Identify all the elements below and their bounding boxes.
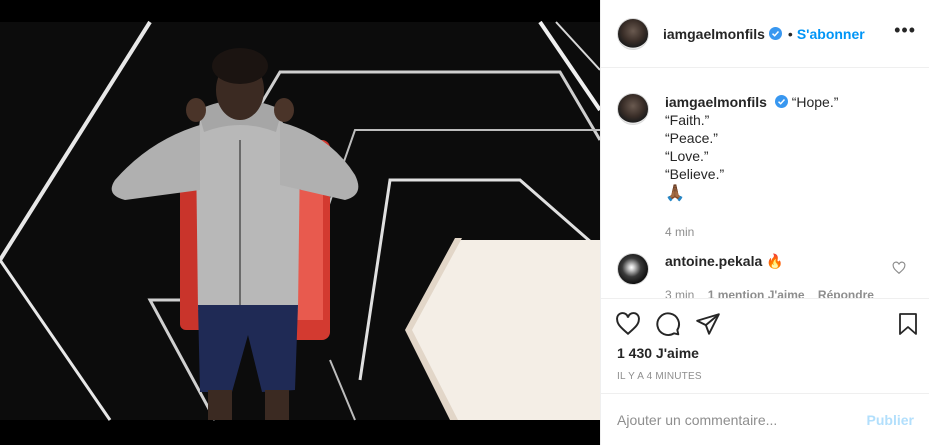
comment-time[interactable]: 3 min (665, 288, 694, 298)
post-side-panel: iamgaelmonfils • S'abonner ••• iamgaelmo… (600, 0, 929, 445)
caption-line: “Believe.” (665, 166, 725, 182)
post-photo[interactable] (0, 0, 600, 445)
post-timestamp[interactable]: IL Y A 4 MINUTES (617, 371, 702, 382)
post-actions: 1 430 J'aime IL Y A 4 MINUTES (601, 298, 929, 393)
post-header: iamgaelmonfils • S'abonner ••• (601, 0, 929, 68)
share-icon[interactable] (695, 311, 721, 337)
reply-button[interactable]: Répondre (818, 288, 874, 298)
caption-line: “Love.” (665, 148, 709, 164)
publish-button[interactable]: Publier (867, 412, 914, 428)
comment-item: antoine.pekala 🔥 3 min 1 mention J'aime … (617, 253, 914, 298)
commenter-avatar[interactable] (617, 253, 649, 285)
heart-icon[interactable] (615, 311, 641, 337)
bookmark-icon[interactable] (896, 311, 920, 337)
separator-dot: • (787, 25, 793, 42)
tunnel-illustration (0, 0, 600, 445)
caption-avatar[interactable] (617, 93, 649, 125)
verified-badge-icon (768, 27, 782, 40)
caption-line: “Hope.” (791, 94, 839, 110)
comment-likes[interactable]: 1 mention J'aime (708, 288, 805, 298)
pray-emoji: 🙏🏾 (665, 185, 685, 202)
author-avatar[interactable] (617, 17, 649, 50)
follow-button[interactable]: S'abonner (797, 26, 865, 42)
comment-icon[interactable] (655, 311, 681, 337)
caption-username[interactable]: iamgaelmonfils (665, 94, 767, 110)
more-options-icon[interactable]: ••• (894, 21, 916, 39)
fire-emoji: 🔥 (766, 253, 784, 269)
like-comment-icon[interactable] (892, 261, 906, 275)
post-caption: iamgaelmonfils “Hope.” “Faith.” “Peace.”… (617, 93, 838, 241)
likes-count[interactable]: 1 430 J'aime (617, 345, 699, 361)
comments-section[interactable]: iamgaelmonfils “Hope.” “Faith.” “Peace.”… (601, 69, 929, 298)
author-username[interactable]: iamgaelmonfils (663, 26, 765, 42)
caption-time[interactable]: 4 min (665, 223, 838, 241)
caption-line: “Peace.” (665, 130, 718, 146)
verified-badge-icon (774, 95, 788, 108)
comment-input[interactable] (617, 411, 867, 428)
caption-line: “Faith.” (665, 112, 710, 128)
add-comment-bar: Publier (601, 393, 929, 445)
commenter-username[interactable]: antoine.pekala (665, 253, 762, 269)
